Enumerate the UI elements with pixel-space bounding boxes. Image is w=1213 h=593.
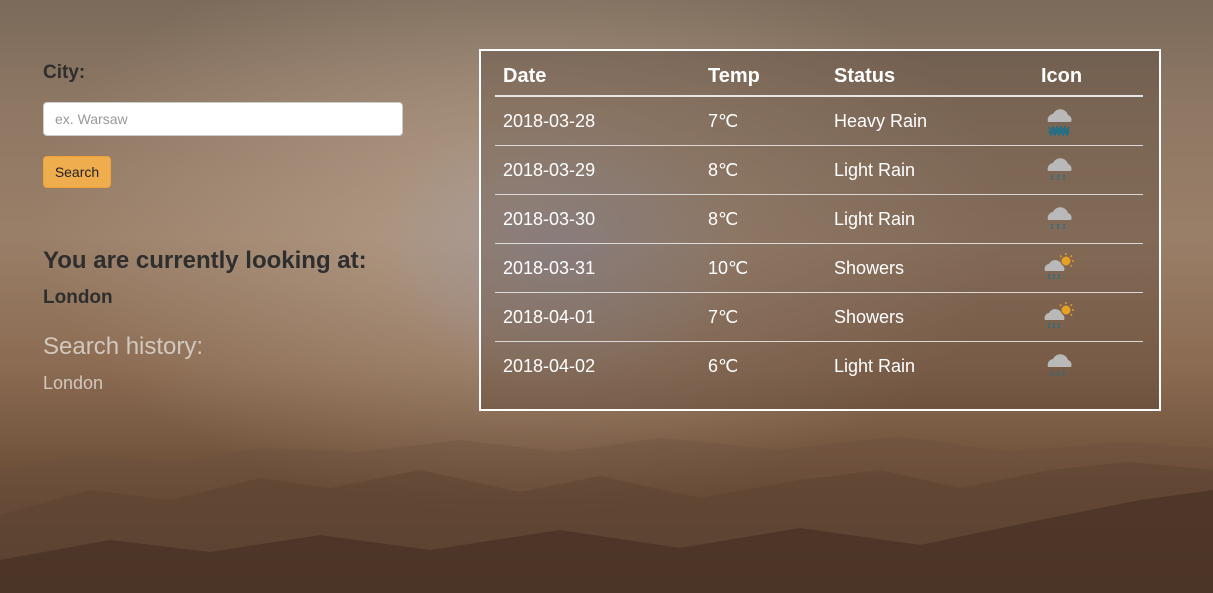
- light-rain-icon: [1041, 201, 1143, 237]
- heavy-rain-icon: [1041, 103, 1143, 139]
- city-label: City:: [43, 62, 86, 83]
- city-search-input[interactable]: [43, 102, 403, 136]
- forecast-panel: Date Temp Status Icon 2018-03-28 7℃ Heavy …: [479, 49, 1161, 411]
- forecast-date: 2018-03-28: [495, 96, 700, 146]
- forecast-status: Showers: [826, 292, 1033, 342]
- search-history-heading: Search history:: [43, 333, 204, 360]
- forecast-icon-cell: [1033, 145, 1143, 195]
- forecast-status: Light Rain: [826, 194, 1033, 244]
- forecast-status: Showers: [826, 243, 1033, 293]
- forecast-rows: 2018-03-28 7℃ Heavy Rain 2018-03-29 8℃ Light …: [495, 96, 1143, 390]
- forecast-icon-cell: [1033, 292, 1143, 342]
- date-column-header: Date: [495, 57, 700, 97]
- forecast-date: 2018-03-30: [495, 194, 700, 244]
- icon-column-header: Icon: [1033, 57, 1143, 97]
- forecast-icon-cell: [1033, 342, 1143, 391]
- forecast-status: Light Rain: [834, 355, 916, 376]
- forecast-temp: 8℃: [700, 194, 826, 244]
- showers-icon: [1041, 299, 1143, 335]
- forecast-temp: 7℃: [700, 292, 826, 342]
- forecast-temp: 7℃: [700, 96, 826, 146]
- forecast-icon-cell: [1033, 243, 1143, 293]
- forecast-date: 2018-04-02: [503, 355, 596, 376]
- status-column-header: Status: [826, 57, 1033, 97]
- forecast-row: 2018-03-30 8℃ Light Rain: [495, 194, 1143, 244]
- temp-column-header: Temp: [700, 57, 826, 97]
- forecast-status: Light Rain: [826, 145, 1033, 195]
- showers-icon: [1041, 250, 1143, 286]
- forecast-temp: 6℃: [708, 355, 739, 376]
- forecast-temp: 8℃: [700, 145, 826, 195]
- search-button[interactable]: Search: [43, 156, 111, 188]
- forecast-table: Date Temp Status Icon 2018-03-28 7℃ Heavy …: [495, 57, 1143, 390]
- forecast-date: 2018-04-01: [495, 292, 700, 342]
- forecast-icon-cell: [1033, 96, 1143, 146]
- search-history-list: London: [43, 372, 103, 394]
- forecast-date: 2018-03-29: [495, 145, 700, 195]
- forecast-row: 2018-03-28 7℃ Heavy Rain: [495, 96, 1143, 146]
- forecast-header-row: Date Temp Status Icon: [495, 57, 1143, 97]
- currently-looking-heading: You are currently looking at:: [43, 247, 367, 274]
- forecast-temp: 10℃: [700, 243, 826, 293]
- forecast-row: 2018-04-01 7℃ Showers: [495, 292, 1143, 342]
- light-rain-icon: [1041, 152, 1143, 188]
- search-history-item[interactable]: London: [43, 372, 103, 394]
- forecast-row: 2018-03-31 10℃ Showers: [495, 243, 1143, 293]
- forecast-icon-cell: [1033, 194, 1143, 244]
- forecast-status: Heavy Rain: [826, 96, 1033, 146]
- light-rain-icon: [1041, 348, 1143, 384]
- forecast-row: 2018-04-02 6℃ Light Rain: [495, 342, 1143, 391]
- current-city-name: London: [43, 287, 113, 308]
- forecast-row: 2018-03-29 8℃ Light Rain: [495, 145, 1143, 195]
- forecast-date: 2018-03-31: [495, 243, 700, 293]
